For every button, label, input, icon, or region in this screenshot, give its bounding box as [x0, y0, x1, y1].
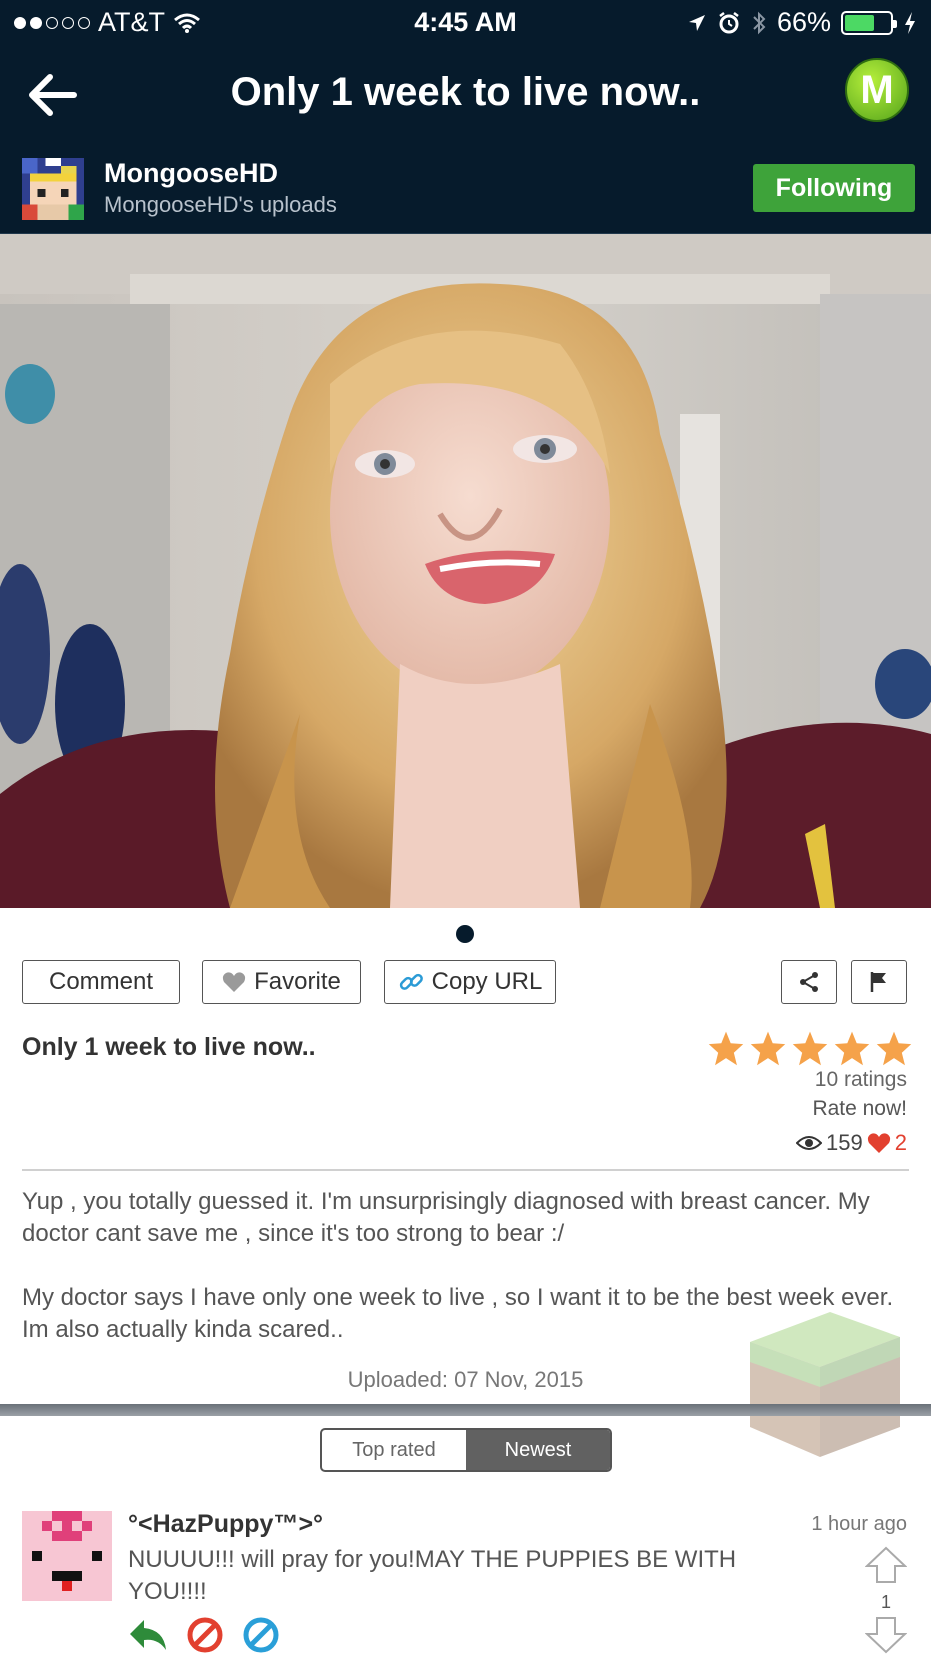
- favorite-button[interactable]: Favorite: [202, 960, 361, 1004]
- upvote-arrow-icon[interactable]: [865, 1546, 907, 1584]
- block-icon[interactable]: [186, 1616, 224, 1654]
- view-count: 159: [826, 1130, 863, 1155]
- rating-stars[interactable]: [707, 1030, 913, 1066]
- rate-now-link[interactable]: Rate now!: [812, 1097, 907, 1121]
- heart-icon: [867, 1133, 890, 1153]
- page-title: Only 1 week to live now..: [230, 70, 701, 114]
- ratings-count: 10 ratings: [814, 1068, 907, 1091]
- heart-icon: [223, 972, 246, 992]
- star-icon[interactable]: [833, 1030, 871, 1066]
- report-button[interactable]: [851, 960, 907, 1004]
- uploader-row: MongooseHD MongooseHD's uploads Followin…: [0, 146, 931, 234]
- uploader-uploads-link[interactable]: MongooseHD's uploads: [104, 192, 337, 218]
- back-arrow-icon[interactable]: [22, 68, 82, 122]
- flag-icon: [870, 972, 886, 992]
- battery-icon: [841, 10, 897, 35]
- comment-text: NUUUU!!! will pray for you!MAY THE PUPPI…: [128, 1546, 737, 1605]
- comment-button[interactable]: Comment: [22, 960, 180, 1004]
- uploader-name[interactable]: MongooseHD: [104, 158, 278, 189]
- location-arrow-icon: [688, 14, 705, 31]
- post-title: Only 1 week to live now..: [22, 1033, 316, 1061]
- post-photo[interactable]: [0, 234, 931, 908]
- ignore-icon[interactable]: [242, 1616, 280, 1654]
- favorite-label: Favorite: [254, 968, 341, 995]
- page-indicator-dot: [456, 925, 474, 943]
- charging-bolt-icon: [905, 11, 915, 34]
- star-icon[interactable]: [707, 1030, 745, 1066]
- divider: [22, 1169, 909, 1171]
- tab-newest[interactable]: Newest: [466, 1430, 610, 1470]
- status-bar: AT&T 4:45 AM 66%: [0, 0, 931, 46]
- following-button[interactable]: Following: [753, 164, 915, 212]
- comment-sort-control: Top rated Newest: [320, 1428, 612, 1472]
- copy-url-button[interactable]: Copy URL: [384, 960, 556, 1004]
- alarm-icon: [719, 11, 739, 33]
- tab-top-rated[interactable]: Top rated: [322, 1430, 466, 1470]
- commenter-name[interactable]: °<HazPuppy™>°: [128, 1510, 323, 1539]
- eye-icon: [796, 1136, 823, 1150]
- nav-bar: Only 1 week to live now.. M: [0, 46, 931, 146]
- description-paragraph: Yup , you totally guessed it. I'm unsurp…: [22, 1188, 870, 1247]
- star-icon[interactable]: [875, 1030, 913, 1066]
- commenter-avatar[interactable]: [22, 1511, 112, 1601]
- link-icon: [399, 973, 423, 990]
- comment-time: 1 hour ago: [811, 1513, 907, 1535]
- app-logo[interactable]: M: [845, 58, 909, 122]
- share-icon: [800, 972, 818, 992]
- battery-percent: 66%: [776, 7, 831, 37]
- comment-label: Comment: [48, 968, 154, 995]
- downvote-arrow-icon[interactable]: [865, 1616, 907, 1656]
- uploader-avatar[interactable]: [22, 158, 84, 220]
- like-count: 2: [894, 1130, 907, 1155]
- post-stats: 159 2: [796, 1130, 907, 1156]
- copy-url-label: Copy URL: [431, 968, 543, 995]
- reply-icon[interactable]: [128, 1616, 168, 1652]
- comment-actions: [128, 1616, 280, 1654]
- star-icon[interactable]: [791, 1030, 829, 1066]
- upload-date: Uploaded: 07 Nov, 2015: [347, 1367, 584, 1392]
- section-divider-band: [0, 1404, 931, 1416]
- vote-count: 1: [880, 1592, 891, 1612]
- share-button[interactable]: [781, 960, 837, 1004]
- bluetooth-icon: [753, 11, 766, 34]
- star-icon[interactable]: [749, 1030, 787, 1066]
